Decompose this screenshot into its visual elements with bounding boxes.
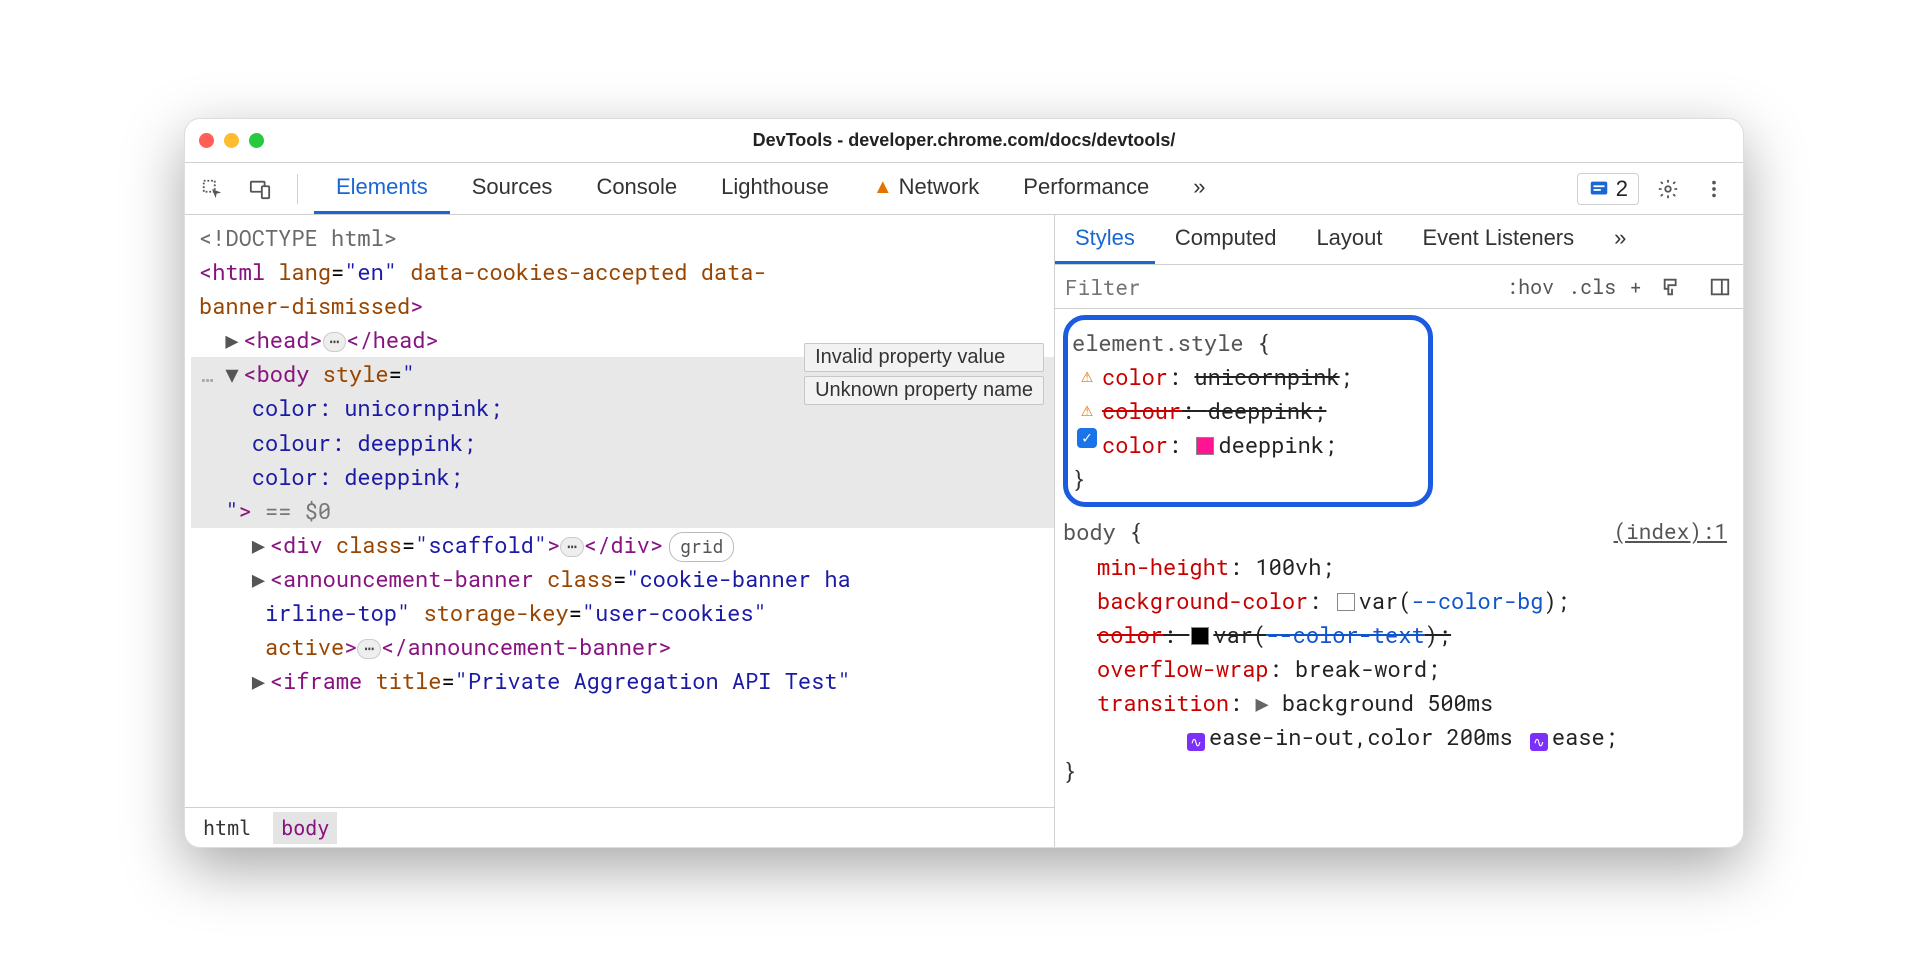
tab-sources[interactable]: Sources — [450, 163, 575, 214]
ellipsis-icon[interactable]: ⋯ — [357, 639, 381, 659]
subtab-listeners[interactable]: Event Listeners — [1403, 215, 1595, 264]
easing-swatch-icon[interactable]: ∿ — [1530, 733, 1548, 751]
styles-filter-input[interactable] — [1065, 273, 1506, 301]
tab-performance[interactable]: Performance — [1001, 163, 1171, 214]
rule-overflow-wrap[interactable]: overflow-wrap: break-word; — [1063, 652, 1735, 686]
color-swatch-icon[interactable] — [1191, 627, 1209, 645]
styles-tabs: Styles Computed Layout Event Listeners » — [1055, 215, 1743, 265]
tooltip-invalid-value: Invalid property value — [804, 343, 1044, 372]
styles-rules[interactable]: element.style { color: unicornpink; colo… — [1055, 309, 1743, 847]
paint-icon[interactable] — [1655, 270, 1689, 304]
element-style-highlight: element.style { color: unicornpink; colo… — [1063, 315, 1433, 507]
tooltip-unknown-prop: Unknown property name — [804, 376, 1044, 405]
expand-icon[interactable]: ▶ — [225, 323, 243, 357]
expand-icon[interactable]: ▶ — [252, 664, 270, 698]
easing-swatch-icon[interactable]: ∿ — [1187, 733, 1205, 751]
close-icon[interactable] — [199, 133, 214, 148]
styles-panel: Styles Computed Layout Event Listeners »… — [1055, 215, 1743, 847]
selector-element-style: element.style — [1072, 328, 1244, 357]
dom-tree[interactable]: <!DOCTYPE html> <html lang="en" data-coo… — [185, 215, 1054, 807]
elements-panel: <!DOCTYPE html> <html lang="en" data-coo… — [185, 215, 1055, 847]
settings-icon[interactable] — [1651, 172, 1685, 206]
ellipsis-icon[interactable]: ⋯ — [323, 332, 347, 352]
warning-icon: ▲ — [873, 176, 893, 199]
subtab-computed[interactable]: Computed — [1155, 215, 1297, 264]
selected-marker: == $0 — [265, 496, 331, 525]
grid-badge[interactable]: grid — [669, 532, 734, 562]
ellipsis-icon[interactable]: ⋯ — [560, 537, 584, 557]
tab-lighthouse[interactable]: Lighthouse — [699, 163, 851, 214]
zoom-icon[interactable] — [249, 133, 264, 148]
crumb-html[interactable]: html — [195, 812, 259, 844]
cls-toggle[interactable]: .cls — [1568, 274, 1616, 300]
main-split: <!DOCTYPE html> <html lang="en" data-coo… — [185, 215, 1743, 847]
rule-origin-link[interactable]: (index):1 — [1614, 515, 1727, 548]
main-toolbar: Elements Sources Console Lighthouse ▲ Ne… — [185, 163, 1743, 215]
panel-tabs: Elements Sources Console Lighthouse ▲ Ne… — [308, 163, 1565, 214]
color-swatch-icon[interactable] — [1337, 593, 1355, 611]
tab-elements[interactable]: Elements — [314, 163, 450, 214]
issues-count: 2 — [1616, 176, 1628, 202]
issues-button[interactable]: 2 — [1577, 173, 1639, 205]
style-line-3: color: deeppink; — [199, 462, 463, 491]
new-rule-button[interactable]: + — [1630, 275, 1641, 299]
expand-icon[interactable]: ▶ — [252, 528, 270, 562]
collapse-icon[interactable]: ▼ — [225, 357, 243, 391]
styles-filter-row: :hov .cls + — [1055, 265, 1743, 309]
panel-toggle-icon[interactable] — [1703, 270, 1737, 304]
tab-console[interactable]: Console — [574, 163, 699, 214]
subtab-styles[interactable]: Styles — [1055, 215, 1155, 264]
separator — [297, 174, 298, 204]
crumb-body[interactable]: body — [273, 812, 337, 844]
rule-unknown-prop[interactable]: colour: deeppink; — [1072, 394, 1410, 428]
selector-body: body — [1063, 517, 1116, 546]
minimize-icon[interactable] — [224, 133, 239, 148]
subtab-layout[interactable]: Layout — [1296, 215, 1402, 264]
device-toolbar-icon[interactable] — [243, 172, 277, 206]
expand-icon[interactable]: ▶ — [1255, 688, 1281, 717]
style-line-2: colour: deeppink; — [199, 428, 476, 457]
color-swatch-icon[interactable] — [1196, 437, 1214, 455]
subtabs-overflow[interactable]: » — [1594, 215, 1646, 264]
hov-toggle[interactable]: :hov — [1506, 274, 1554, 300]
rule-color-overridden[interactable]: color: var(--color-text); — [1063, 618, 1735, 652]
css-var-link[interactable]: --color-bg — [1411, 586, 1543, 615]
filter-actions: :hov .cls + — [1506, 270, 1737, 304]
traffic-lights — [199, 133, 264, 148]
warning-icon — [1074, 394, 1100, 425]
rule-background-color[interactable]: background-color: var(--color-bg); — [1063, 584, 1735, 618]
titlebar: DevTools - developer.chrome.com/docs/dev… — [185, 119, 1743, 163]
rule-transition[interactable]: transition: ▶ background 500ms — [1063, 686, 1735, 720]
inspect-icon[interactable] — [195, 172, 229, 206]
breadcrumb: html body — [185, 807, 1054, 847]
expand-icon[interactable]: ▶ — [252, 562, 270, 596]
rule-invalid-value[interactable]: color: unicornpink; — [1072, 360, 1410, 394]
devtools-window: DevTools - developer.chrome.com/docs/dev… — [184, 118, 1744, 848]
kebab-menu-icon[interactable] — [1697, 172, 1731, 206]
checkbox-icon[interactable]: ✓ — [1074, 428, 1100, 448]
tabs-overflow[interactable]: » — [1171, 163, 1227, 214]
toolbar-right: 2 — [1565, 163, 1743, 214]
window-title: DevTools - developer.chrome.com/docs/dev… — [753, 130, 1176, 151]
tab-network[interactable]: ▲ Network — [851, 163, 1001, 214]
rule-min-height[interactable]: min-height: 100vh; — [1063, 550, 1735, 584]
doctype: <!DOCTYPE html> — [199, 223, 397, 252]
warning-icon — [1074, 360, 1100, 391]
rule-transition-cont[interactable]: ∿ease-in-out,color 200ms ∿ease; — [1063, 720, 1735, 754]
rule-active-color[interactable]: ✓ color: deeppink; — [1072, 428, 1410, 462]
tab-network-label: Network — [899, 174, 980, 200]
style-line-1: color: unicornpink; — [199, 393, 503, 422]
tooltip-stack: Invalid property value Unknown property … — [804, 343, 1044, 405]
css-var-link[interactable]: --color-text — [1266, 620, 1424, 649]
